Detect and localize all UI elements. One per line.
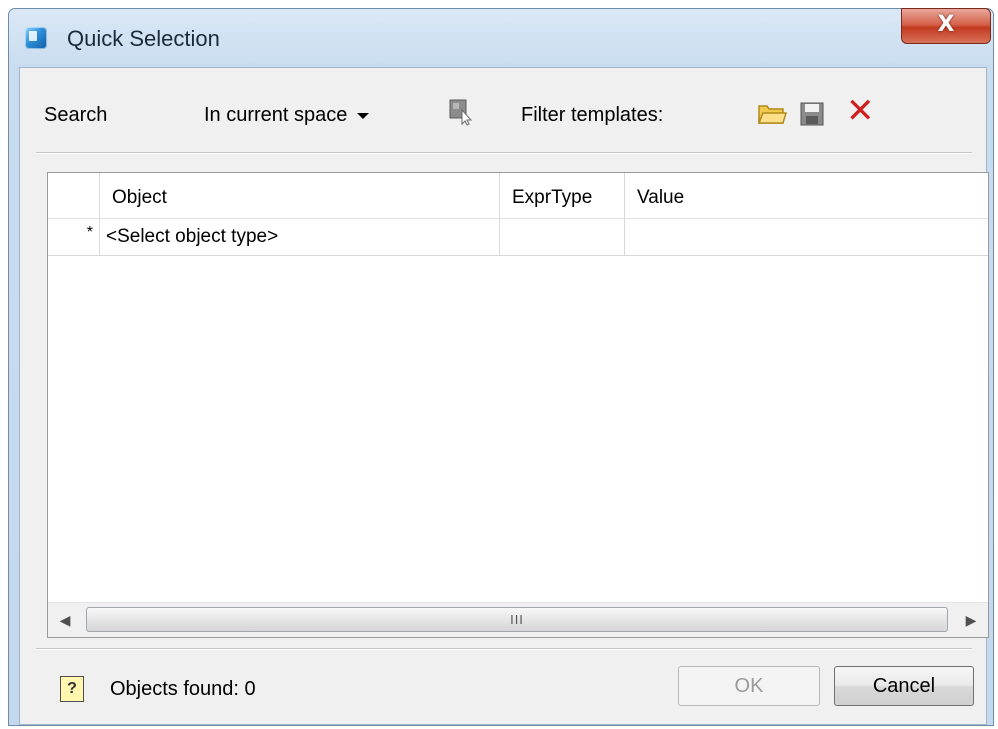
exprtype-cell[interactable] xyxy=(500,219,625,255)
grid-header: Object ExprType Value xyxy=(48,173,988,219)
object-type-cell[interactable]: <Select object type> xyxy=(100,219,500,255)
folder-icon[interactable] xyxy=(757,102,787,126)
save-icon[interactable] xyxy=(799,101,825,127)
toolbar: Search In current space Filter templates… xyxy=(20,68,986,152)
scrollbar-thumb[interactable]: III xyxy=(86,607,948,632)
select-objects-icon[interactable] xyxy=(448,98,474,126)
search-label: Search xyxy=(44,104,108,126)
scope-dropdown[interactable]: In current space xyxy=(204,104,370,127)
column-header-exprtype[interactable]: ExprType xyxy=(500,173,625,218)
cancel-button[interactable]: Cancel xyxy=(834,666,974,706)
footer-divider xyxy=(36,648,972,650)
quick-selection-window: Quick Selection X Search In current spac… xyxy=(8,8,994,726)
filter-templates-label: Filter templates: xyxy=(521,104,664,126)
toolbar-divider xyxy=(36,152,972,154)
scroll-left-arrow-icon[interactable]: ◀ xyxy=(48,603,82,637)
column-header-marker xyxy=(48,173,100,218)
filter-grid: Object ExprType Value * <Select object t… xyxy=(47,172,989,638)
horizontal-scrollbar[interactable]: ◀ III ▶ xyxy=(48,602,988,637)
delete-icon[interactable]: ✕ xyxy=(846,94,880,128)
value-cell[interactable] xyxy=(625,219,988,255)
objects-found-label: Objects found: 0 xyxy=(110,678,256,700)
dialog-body: Search In current space Filter templates… xyxy=(19,67,989,725)
column-header-object[interactable]: Object xyxy=(100,173,500,218)
column-header-value[interactable]: Value xyxy=(625,173,988,218)
window-title: Quick Selection xyxy=(67,26,220,51)
scope-dropdown-value: In current space xyxy=(204,104,348,126)
help-icon[interactable]: ? xyxy=(60,676,84,702)
scroll-right-arrow-icon[interactable]: ▶ xyxy=(954,603,988,637)
table-row[interactable]: * <Select object type> xyxy=(48,219,988,256)
ok-button[interactable]: OK xyxy=(678,666,820,706)
close-button[interactable]: X xyxy=(901,8,991,44)
new-row-marker: * xyxy=(48,219,100,255)
title-bar: Quick Selection X xyxy=(9,8,993,67)
app-icon xyxy=(25,27,47,49)
scrollbar-grip: III xyxy=(510,612,524,627)
chevron-down-icon xyxy=(357,112,370,119)
